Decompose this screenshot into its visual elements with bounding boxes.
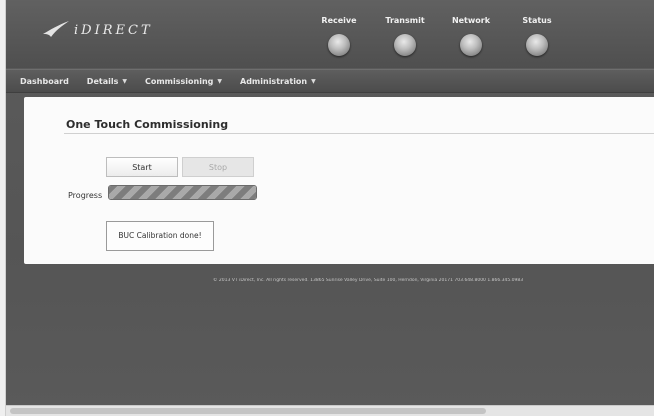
nav-commissioning[interactable]: Commissioning ▼	[145, 77, 222, 86]
chevron-down-icon: ▼	[217, 77, 222, 85]
copyright-footer: © 2013 VT iDirect, Inc. All rights reser…	[213, 278, 524, 283]
progress-bar	[108, 185, 257, 200]
indicator-label: Status	[522, 16, 552, 25]
nav-label: Administration	[240, 76, 308, 86]
chevron-down-icon: ▼	[311, 77, 316, 85]
nav-administration[interactable]: Administration ▼	[240, 77, 316, 86]
stop-button[interactable]: Stop	[182, 157, 254, 177]
progress-fill	[109, 186, 256, 199]
logo-wordmark: iDIRECT	[74, 22, 153, 38]
app-window: iDIRECT Receive Transmit Network Status …	[6, 0, 654, 416]
nav-label: Details	[86, 76, 119, 86]
status-message: BUC Calibration done!	[106, 221, 214, 251]
idirect-logo[interactable]: iDIRECT	[42, 20, 153, 40]
indicator-status: Status	[509, 16, 565, 56]
chevron-down-icon: ▼	[122, 77, 127, 85]
status-indicators: Receive Transmit Network Status	[311, 16, 565, 56]
nav-label: Commissioning	[144, 76, 214, 86]
commissioning-panel: One Touch Commissioning Start Stop Progr…	[24, 97, 654, 264]
idirect-swoosh-icon	[43, 21, 69, 37]
nav-details[interactable]: Details ▼	[87, 77, 127, 86]
page-title: One Touch Commissioning	[66, 118, 229, 131]
nav-dashboard[interactable]: Dashboard	[20, 77, 69, 86]
horizontal-scrollbar[interactable]	[6, 405, 654, 416]
header-bar: iDIRECT Receive Transmit Network Status	[6, 0, 654, 68]
nav-label: Dashboard	[20, 76, 69, 86]
network-led-icon	[460, 34, 482, 56]
start-button[interactable]: Start	[106, 157, 178, 177]
indicator-transmit: Transmit	[377, 16, 433, 56]
indicator-label: Receive	[321, 16, 357, 25]
receive-led-icon	[328, 34, 350, 56]
status-led-icon	[526, 34, 548, 56]
transmit-led-icon	[394, 34, 416, 56]
scrollbar-thumb[interactable]	[10, 408, 486, 414]
indicator-receive: Receive	[311, 16, 367, 56]
indicator-label: Network	[451, 16, 491, 25]
indicator-network: Network	[443, 16, 499, 56]
title-divider	[64, 133, 654, 134]
indicator-label: Transmit	[385, 16, 425, 25]
progress-label: Progress	[68, 191, 103, 200]
main-nav: Dashboard Details ▼ Commissioning ▼ Admi…	[6, 69, 654, 93]
